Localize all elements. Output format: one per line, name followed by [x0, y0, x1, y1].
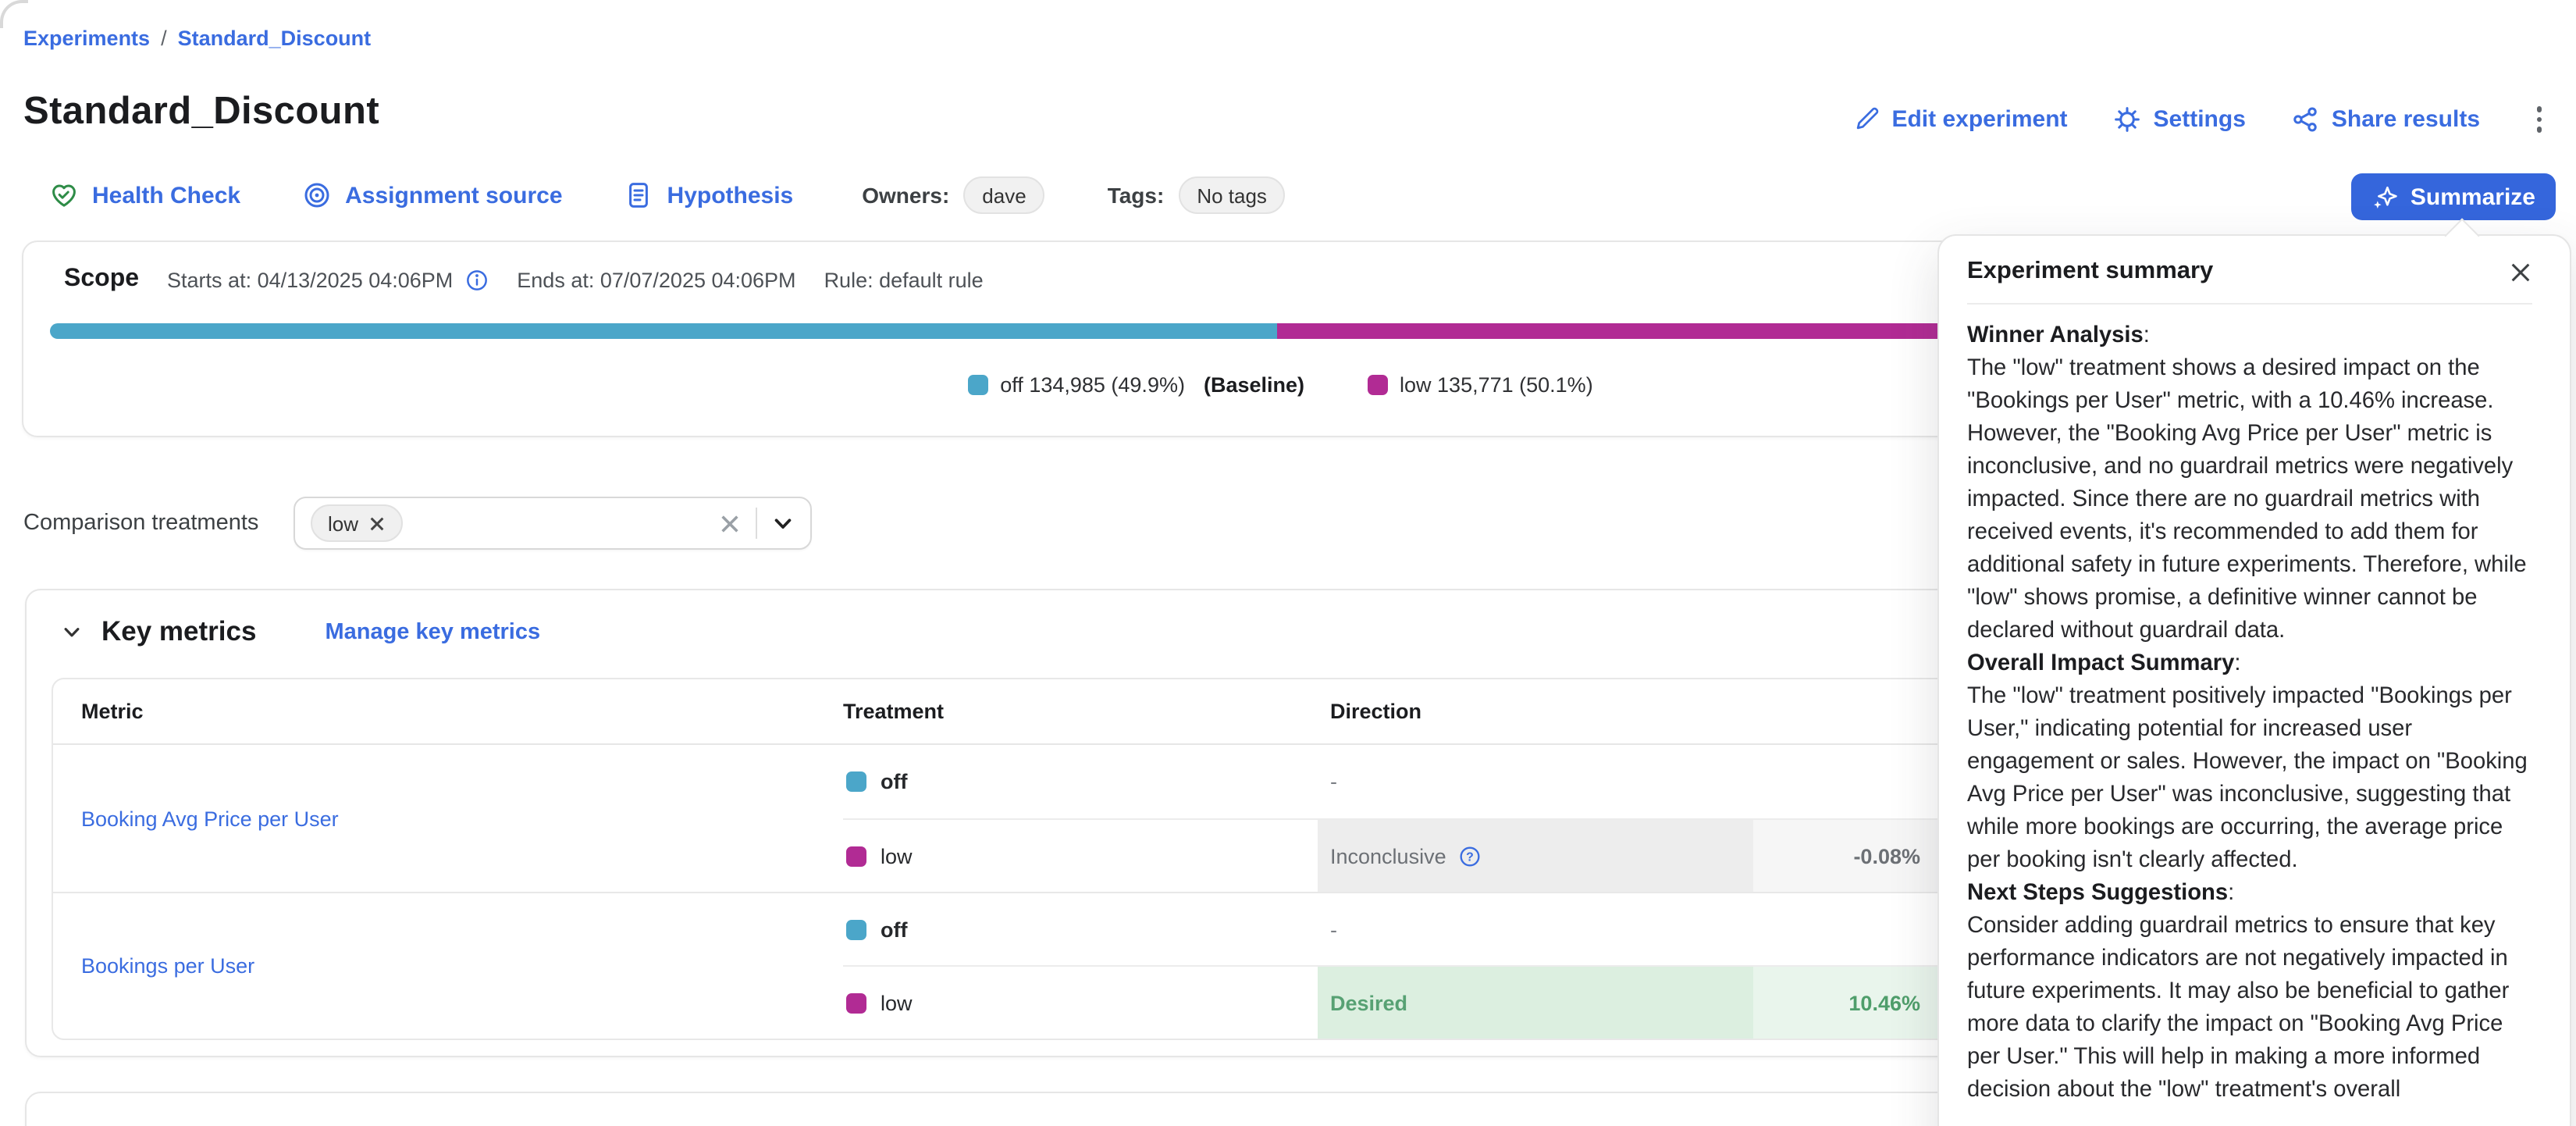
- tab-health-check[interactable]: Health Check: [50, 181, 240, 209]
- change-cell: 10.46%: [1753, 965, 1939, 1039]
- table-row: Booking Avg Price per User: [53, 745, 843, 892]
- low-swatch: [1367, 375, 1387, 395]
- sparkles-icon: [2371, 184, 2398, 210]
- direction-cell: -: [1318, 745, 1753, 818]
- legend-item-off: off 134,985 (49.9%) (Baseline): [967, 373, 1304, 397]
- treatment-cell: off: [843, 892, 1318, 965]
- tags-label: Tags:: [1108, 183, 1165, 208]
- comparison-treatments-select[interactable]: low: [294, 497, 812, 550]
- summarize-button[interactable]: Summarize: [2351, 173, 2556, 220]
- scope-title: Scope: [64, 265, 139, 294]
- header-actions: Edit experiment Settings Sh: [1852, 100, 2551, 138]
- svg-text:?: ?: [1467, 850, 1475, 864]
- info-icon[interactable]: [465, 268, 489, 291]
- column-header-metric: Metric: [53, 679, 843, 745]
- key-metrics-title: Key metrics: [101, 615, 256, 648]
- column-header-direction: Direction: [1318, 679, 1753, 745]
- tags-group: Tags: No tags: [1108, 176, 1286, 214]
- summary-section: Next Steps Suggestions: Consider adding …: [1967, 878, 2532, 1107]
- off-swatch: [967, 375, 987, 395]
- window-corner: [0, 0, 28, 28]
- summary-section: Overall Impact Summary: The "low" treatm…: [1967, 648, 2532, 878]
- treatment-cell: low: [843, 818, 1318, 892]
- settings-label: Settings: [2154, 106, 2246, 133]
- allocation-bar-segment-off: [50, 323, 1278, 339]
- metric-link-bookings-per-user[interactable]: Bookings per User: [81, 954, 254, 978]
- select-divider: [756, 508, 757, 539]
- clear-selection-icon[interactable]: [718, 511, 742, 535]
- panel-divider: [1967, 303, 2532, 305]
- low-swatch: [846, 992, 866, 1013]
- tab-assignment-source-label: Assignment source: [345, 182, 562, 208]
- scope-ends: Ends at: 07/07/2025 04:06PM: [517, 268, 795, 291]
- tab-assignment-source[interactable]: Assignment source: [303, 181, 562, 209]
- tab-health-check-label: Health Check: [92, 182, 240, 208]
- breadcrumb-experiments-link[interactable]: Experiments: [23, 27, 150, 50]
- summary-section: Winner Analysis: The "low" treatment sho…: [1967, 320, 2532, 648]
- edit-experiment-button[interactable]: Edit experiment: [1852, 106, 2067, 133]
- panel-title: Experiment summary: [1967, 258, 2213, 286]
- gear-icon: [2115, 106, 2141, 133]
- settings-button[interactable]: Settings: [2115, 106, 2246, 133]
- direction-cell: Inconclusive ?: [1318, 818, 1753, 892]
- treatment-cell: low: [843, 965, 1318, 1039]
- collapse-chevron-icon[interactable]: [61, 621, 83, 643]
- direction-cell: -: [1318, 892, 1753, 965]
- off-swatch: [846, 919, 866, 939]
- tags-chip[interactable]: No tags: [1178, 176, 1286, 214]
- chip-remove-icon[interactable]: [368, 515, 385, 532]
- scope-rule: Rule: default rule: [824, 268, 984, 291]
- direction-cell: Desired: [1318, 965, 1753, 1039]
- summarize-label: Summarize: [2411, 184, 2535, 210]
- breadcrumb-separator: /: [161, 27, 167, 50]
- scope-starts: Starts at: 04/13/2025 04:06PM: [167, 268, 489, 291]
- summary-text: Winner Analysis: The "low" treatment sho…: [1967, 320, 2532, 1107]
- document-icon: [625, 181, 653, 209]
- treatment-cell: off: [843, 745, 1318, 818]
- off-swatch: [846, 771, 866, 792]
- owner-chip[interactable]: dave: [963, 176, 1044, 214]
- close-icon[interactable]: [2509, 260, 2532, 283]
- chevron-down-icon[interactable]: [771, 511, 795, 535]
- share-results-label: Share results: [2332, 106, 2480, 133]
- column-header-treatment: Treatment: [843, 679, 1318, 745]
- change-cell: [1753, 892, 1939, 965]
- tab-hypothesis-label: Hypothesis: [667, 182, 794, 208]
- heart-check-icon: [50, 181, 78, 209]
- legend-item-low: low 135,771 (50.1%): [1367, 373, 1593, 397]
- change-cell: [1753, 745, 1939, 818]
- share-results-button[interactable]: Share results: [2293, 106, 2480, 133]
- treatment-chip-low[interactable]: low: [311, 504, 402, 542]
- experiment-toolbar: Health Check Assignment source Hypothesi…: [50, 172, 1286, 219]
- breadcrumb-current-link[interactable]: Standard_Discount: [178, 27, 372, 50]
- breadcrumb: Experiments / Standard_Discount: [23, 27, 371, 50]
- column-header-change: [1753, 679, 1939, 745]
- experiment-page: Experiments / Standard_Discount Standard…: [0, 0, 2576, 1126]
- table-row: Bookings per User: [53, 892, 843, 1039]
- manage-key-metrics-link[interactable]: Manage key metrics: [325, 619, 540, 644]
- more-options-button[interactable]: [2527, 100, 2551, 138]
- help-icon[interactable]: ?: [1459, 844, 1482, 868]
- edit-experiment-label: Edit experiment: [1891, 106, 2067, 133]
- owners-group: Owners: dave: [862, 176, 1044, 214]
- pencil-icon: [1852, 106, 1879, 133]
- comparison-treatments-label: Comparison treatments: [23, 511, 258, 536]
- metric-link-booking-avg-price[interactable]: Booking Avg Price per User: [81, 807, 339, 830]
- screen: Experiments / Standard_Discount Standard…: [0, 0, 2576, 1126]
- page-title: Standard_Discount: [23, 91, 379, 134]
- tab-hypothesis[interactable]: Hypothesis: [625, 181, 794, 209]
- change-cell: -0.08%: [1753, 818, 1939, 892]
- owners-label: Owners:: [862, 183, 949, 208]
- share-icon: [2293, 106, 2319, 133]
- experiment-summary-panel: Experiment summary Winner Analysis: The …: [1937, 234, 2571, 1126]
- low-swatch: [846, 846, 866, 866]
- target-icon: [303, 181, 331, 209]
